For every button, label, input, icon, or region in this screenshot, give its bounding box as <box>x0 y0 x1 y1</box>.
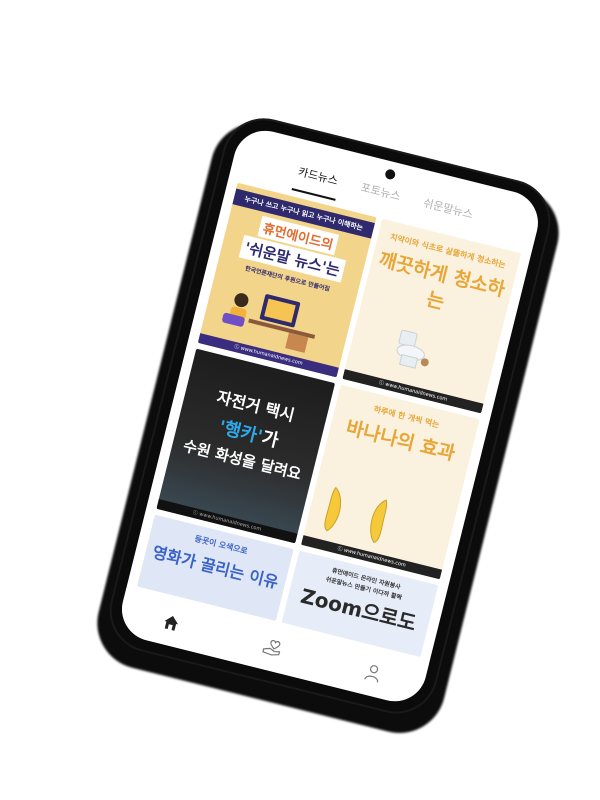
heart-hand-icon <box>262 639 281 656</box>
nav-volunteer-button[interactable] <box>255 631 289 665</box>
nav-profile-button[interactable] <box>356 656 390 690</box>
home-icon <box>164 615 179 631</box>
phone-screen: 카드뉴스 포토뉴스 쉬운말뉴스 누구나 쓰고 누구나 읽고 누구나 이해하는 휴… <box>115 124 545 708</box>
user-icon <box>364 665 379 683</box>
banana-icon <box>324 486 342 532</box>
tab-easy-news[interactable]: 쉬운말뉴스 <box>417 194 477 234</box>
news-card-banana[interactable]: 하루에 한 개씩 먹는 바나나의 효과 ⓒ www.humanaidnews.c… <box>301 384 480 580</box>
nav-home-button[interactable] <box>154 606 188 640</box>
banana-icon <box>370 499 388 543</box>
camera-icon <box>384 168 397 181</box>
news-card-cleaning[interactable]: 치약이와 식초로 살뜰하게 청소하는 깨끗하게 청소하는 ⓒ www.human… <box>342 218 522 414</box>
phone-frame: 카드뉴스 포토뉴스 쉬운말뉴스 누구나 쓰고 누구나 읽고 누구나 이해하는 휴… <box>100 109 560 723</box>
toilet-icon <box>396 329 429 369</box>
tab-photo-news[interactable]: 포토뉴스 <box>354 178 404 216</box>
tab-card-news[interactable]: 카드뉴스 <box>291 162 342 201</box>
card-title-suffix: 가 <box>259 427 281 452</box>
